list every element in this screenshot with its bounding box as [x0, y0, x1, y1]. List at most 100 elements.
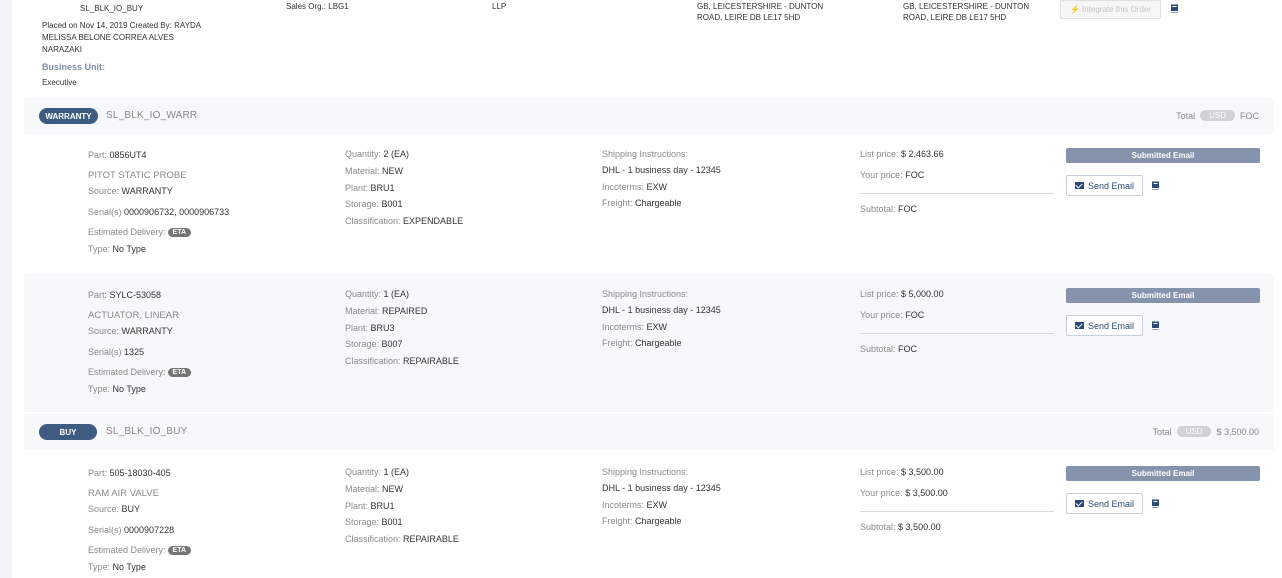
- freight-value: Chargeable: [635, 516, 682, 526]
- plant-value: BRU3: [370, 323, 395, 333]
- eta-badge: ETA: [167, 368, 192, 378]
- subtotal-line: Subtotal: $ 3,500.00: [860, 522, 941, 532]
- classification-line: Classification: REPAIRABLE: [345, 534, 459, 544]
- delivery-label: Estimated Delivery:: [88, 545, 166, 555]
- delivery-label: Estimated Delivery:: [88, 227, 166, 237]
- plant-line: Plant: BRU3: [345, 323, 395, 333]
- serial-label: Serial(s): [88, 347, 122, 357]
- storage-label: Storage:: [345, 339, 380, 349]
- freight-line: Freight: Chargeable: [602, 516, 682, 526]
- material-value: REPAIRED: [382, 306, 428, 316]
- ship-to-address-line2: ROAD, LEIRE DB LE17 5HD: [903, 13, 1007, 22]
- source-value: WARRANTY: [121, 326, 173, 336]
- line-item: Part: 0856UT4 PITOT STATIC PROBE Source: W…: [24, 134, 1274, 274]
- list-price-line: List price: $ 5,000.00: [860, 289, 944, 299]
- quantity-label: Quantity:: [345, 149, 382, 159]
- storage-label: Storage:: [345, 517, 380, 527]
- part-line: Part: SYLC-53058: [88, 290, 161, 300]
- serial-line: Serial(s) 0000907228: [88, 525, 174, 535]
- price-divider: [860, 333, 1054, 334]
- classification-label: Classification:: [345, 356, 401, 366]
- subtotal-value: $ 3,500.00: [898, 522, 941, 532]
- quantity-line: Quantity: 1 (EA): [345, 467, 409, 477]
- group-total: Total USD $ 3,500.00: [1153, 426, 1259, 437]
- incoterms-line: Incoterms: EXW: [602, 322, 667, 332]
- storage-value: B007: [381, 339, 403, 349]
- your-price-value: $ 3,500.00: [905, 488, 948, 498]
- placed-info-line1: Placed on Nov 14, 2019 Created By: RAYDA: [42, 21, 202, 30]
- source-label: Source:: [88, 186, 120, 196]
- list-price-value: $ 3,500.00: [901, 467, 944, 477]
- quantity-value: 1 (EA): [383, 289, 410, 299]
- plant-label: Plant:: [345, 183, 369, 193]
- status-badge: Submitted Email: [1066, 148, 1260, 163]
- list-price-value: $ 5,000.00: [901, 289, 944, 299]
- material-line: Material: NEW: [345, 484, 403, 494]
- line-item: Part: SYLC-53058 ACTUATOR, LINEAR Source: …: [24, 274, 1274, 412]
- integrate-order-button[interactable]: ⚡ Integrate this Order: [1060, 0, 1161, 19]
- type-value: No Type: [112, 562, 146, 572]
- group-header-buy: BUY SL_BLK_IO_BUY Total USD $ 3,500.00: [24, 414, 1274, 450]
- list-price-value: $ 2,463.66: [901, 149, 944, 159]
- source-label: Source:: [88, 326, 120, 336]
- subtotal-line: Subtotal: FOC: [860, 344, 917, 354]
- plant-label: Plant:: [345, 323, 369, 333]
- book-icon[interactable]: [1151, 499, 1160, 508]
- delivery-line: Estimated Delivery: ETA: [88, 367, 192, 378]
- book-icon[interactable]: [1170, 4, 1179, 13]
- list-price-label: List price:: [860, 467, 899, 477]
- serial-value: 1325: [124, 347, 145, 357]
- your-price-value: FOC: [905, 170, 925, 180]
- serial-line: Serial(s) 1325: [88, 347, 144, 357]
- send-email-button[interactable]: Send Email: [1066, 493, 1143, 514]
- plant-value: BRU1: [370, 183, 395, 193]
- source-label: Source:: [88, 504, 120, 514]
- incoterms-label: Incoterms:: [602, 322, 645, 332]
- send-email-button[interactable]: Send Email: [1066, 175, 1143, 196]
- group-code: SL_BLK_IO_WARR: [106, 110, 198, 121]
- company-suffix: LLP: [492, 2, 507, 11]
- total-label: Total: [1176, 110, 1196, 121]
- total-label: Total: [1152, 426, 1172, 437]
- book-icon[interactable]: [1151, 181, 1160, 190]
- quantity-value: 2 (EA): [383, 149, 410, 159]
- shipping-label: Shipping Instructions:: [602, 149, 689, 159]
- source-value: BUY: [121, 504, 141, 514]
- business-unit-label: Business Unit:: [42, 62, 106, 72]
- freight-value: Chargeable: [635, 198, 682, 208]
- type-label: Type:: [88, 384, 111, 394]
- price-divider: [860, 511, 1054, 512]
- plant-value: BRU1: [370, 501, 395, 511]
- list-price-label: List price:: [860, 289, 899, 299]
- classification-label: Classification:: [345, 534, 401, 544]
- quantity-label: Quantity:: [345, 467, 382, 477]
- serial-label: Serial(s): [88, 207, 122, 217]
- source-value: WARRANTY: [121, 186, 173, 196]
- placed-info-line3: NARAZAKI: [42, 45, 83, 54]
- your-price-line: Your price: FOC: [860, 310, 924, 320]
- part-label: Part:: [88, 290, 108, 300]
- serial-value: 0000907228: [124, 525, 175, 535]
- type-line: Type: No Type: [88, 244, 146, 254]
- subtotal-label: Subtotal:: [860, 344, 896, 354]
- type-line: Type: No Type: [88, 562, 146, 572]
- part-number: SYLC-53058: [109, 290, 162, 300]
- storage-line: Storage: B001: [345, 517, 403, 527]
- group-code: SL_BLK_IO_BUY: [106, 426, 188, 437]
- send-email-button[interactable]: Send Email: [1066, 315, 1143, 336]
- book-icon[interactable]: [1151, 321, 1160, 330]
- material-label: Material:: [345, 484, 380, 494]
- your-price-label: Your price:: [860, 488, 903, 498]
- storage-value: B001: [381, 517, 403, 527]
- send-email-label: Send Email: [1087, 180, 1135, 191]
- bill-to-address-line1: GB, LEICESTERSHIRE - DUNTON: [697, 2, 824, 11]
- order-code: SL_BLK_IO_BUY: [80, 4, 144, 13]
- source-line: Source: BUY: [88, 504, 140, 514]
- plant-label: Plant:: [345, 501, 369, 511]
- incoterms-line: Incoterms: EXW: [602, 500, 667, 510]
- status-badge: Submitted Email: [1066, 288, 1260, 303]
- shipping-label: Shipping Instructions:: [602, 289, 689, 299]
- line-item: Part: 505-18030-405 RAM AIR VALVE Source: …: [24, 452, 1274, 578]
- envelope-icon: [1074, 322, 1084, 329]
- business-unit-value: Executive: [42, 78, 77, 87]
